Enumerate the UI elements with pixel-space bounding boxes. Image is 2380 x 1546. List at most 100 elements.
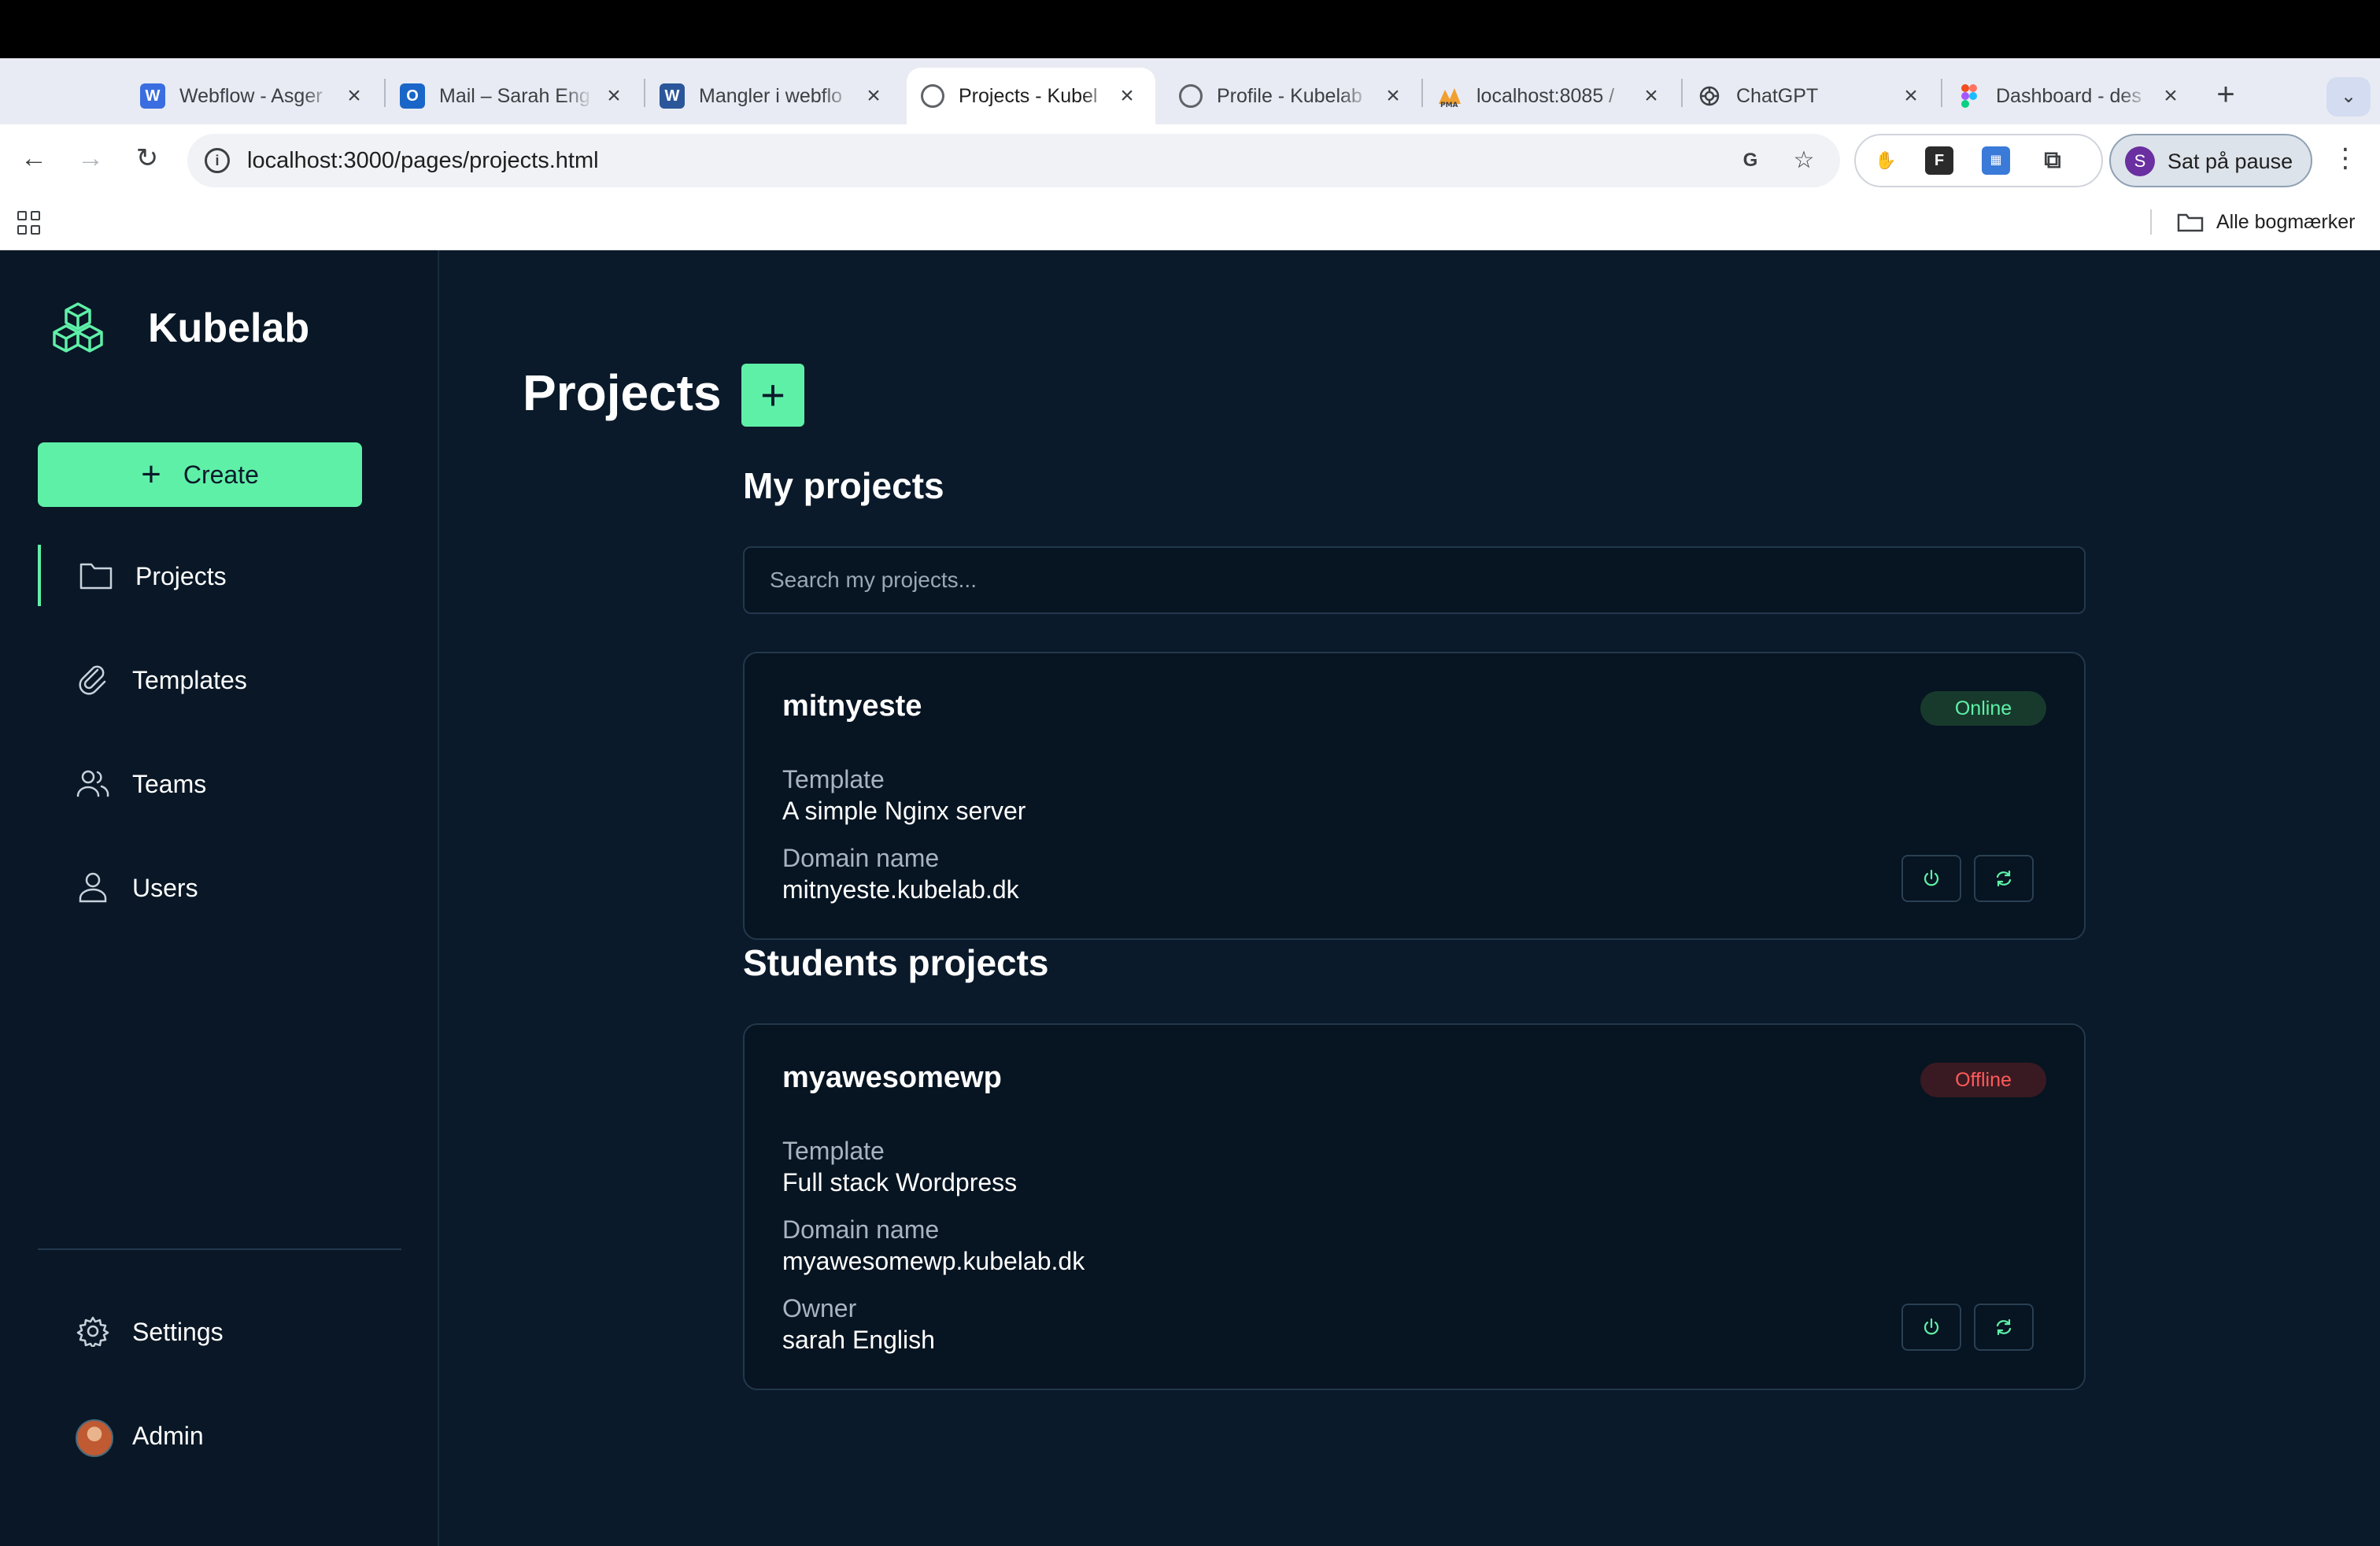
field-label: Domain name	[782, 844, 940, 872]
power-button[interactable]	[1901, 855, 1961, 902]
globe-icon	[921, 84, 944, 108]
project-card[interactable]: myawesomewp Offline Template Full stack …	[743, 1023, 2086, 1390]
address-bar[interactable]: i localhost:3000/pages/projects.html G ☆	[187, 134, 1840, 187]
tab-title: Webflow - Asger	[179, 84, 323, 107]
bookmark-star-icon[interactable]: ☆	[1790, 146, 1818, 175]
tab-strip: W Webflow - Asger × O Mail – Sarah Eng ×…	[0, 58, 2380, 124]
all-bookmarks-label: Alle bogmærker	[2216, 210, 2356, 233]
sidebar-item-label: Teams	[132, 770, 207, 798]
close-icon[interactable]: ×	[2156, 82, 2185, 110]
tab-profile[interactable]: Profile - Kubelab ×	[1179, 68, 1407, 124]
brand[interactable]: Kubelab	[49, 301, 309, 356]
project-name: myawesomewp	[782, 1061, 1002, 1094]
close-icon[interactable]: ×	[600, 82, 628, 110]
close-icon[interactable]: ×	[340, 82, 368, 110]
template-field: Template A simple Nginx server	[782, 764, 1026, 827]
apps-grid-icon[interactable]	[17, 211, 41, 235]
status-badge: Online	[1920, 691, 2046, 726]
add-project-button[interactable]: +	[741, 364, 804, 427]
tab-divider	[1421, 79, 1423, 107]
field-label: Domain name	[782, 1215, 940, 1244]
restart-button[interactable]	[1974, 855, 2034, 902]
sidebar-item-admin[interactable]: Admin	[38, 1404, 401, 1466]
students-projects-heading: Students projects	[743, 942, 1049, 983]
brand-name: Kubelab	[148, 305, 310, 351]
tab-divider	[1681, 79, 1683, 107]
reload-button[interactable]: ↻	[129, 140, 165, 176]
close-icon[interactable]: ×	[1637, 82, 1665, 110]
refresh-icon	[1996, 870, 2012, 887]
owner-field: Owner sarah English	[782, 1293, 935, 1356]
extension-hand-icon[interactable]: ✋	[1872, 146, 1900, 175]
extensions-group: ✋ F ▦ ⧉	[1854, 134, 2103, 187]
phpmyadmin-icon: PMA	[1437, 83, 1462, 109]
tab-title: localhost:8085 /	[1476, 84, 1615, 107]
close-icon[interactable]: ×	[1379, 82, 1407, 110]
project-name: mitnyeste	[782, 690, 922, 723]
sidebar-item-settings[interactable]: Settings	[38, 1300, 401, 1362]
tab-title: ChatGPT	[1736, 84, 1819, 107]
tab-webflow[interactable]: W Webflow - Asger ×	[140, 68, 368, 124]
sidebar-divider	[38, 1248, 401, 1250]
restart-button[interactable]	[1974, 1304, 2034, 1351]
close-icon[interactable]: ×	[859, 82, 888, 110]
power-button[interactable]	[1901, 1304, 1961, 1351]
field-value: mitnyeste.kubelab.dk	[782, 875, 1019, 904]
all-bookmarks-button[interactable]: Alle bogmærker	[2177, 208, 2355, 236]
sidebar: Kubelab + Create Projects Templates Team…	[0, 250, 439, 1546]
bookmarks-bar: Alle bogmærker	[0, 192, 2380, 250]
url-text[interactable]: localhost:3000/pages/projects.html	[247, 148, 599, 174]
close-icon[interactable]: ×	[1113, 82, 1141, 110]
extension-f-icon[interactable]: F	[1925, 146, 1953, 175]
project-card[interactable]: mitnyeste Online Template A simple Nginx…	[743, 652, 2086, 940]
close-icon[interactable]: ×	[1897, 82, 1925, 110]
sidebar-item-teams[interactable]: Teams	[38, 753, 401, 814]
tab-chatgpt[interactable]: ChatGPT ×	[1697, 68, 1925, 124]
forward-button[interactable]: →	[72, 140, 109, 176]
browser-menu-icon[interactable]: ⋮	[2330, 140, 2361, 176]
tab-title: Profile - Kubelab	[1217, 84, 1362, 107]
site-info-icon[interactable]: i	[205, 148, 230, 173]
sidebar-item-label: Settings	[132, 1318, 224, 1346]
svg-text:PMA: PMA	[1440, 102, 1458, 109]
tab-title: Projects - Kubel	[959, 84, 1098, 107]
sidebar-item-label: Admin	[132, 1422, 204, 1450]
folder-icon	[2177, 212, 2204, 232]
outlook-icon: O	[400, 83, 425, 109]
folder-icon	[79, 563, 113, 590]
tab-phpmyadmin[interactable]: PMA localhost:8085 / ×	[1437, 68, 1665, 124]
sidebar-item-users[interactable]: Users	[38, 856, 401, 918]
extensions-puzzle-icon[interactable]: ⧉	[2038, 146, 2067, 175]
tab-mail[interactable]: O Mail – Sarah Eng ×	[400, 68, 628, 124]
tab-search-button[interactable]: ⌄	[2326, 77, 2371, 117]
translate-icon[interactable]: G	[1736, 146, 1765, 175]
gear-icon	[76, 1316, 109, 1347]
create-label: Create	[183, 460, 259, 489]
globe-icon	[1179, 84, 1203, 108]
page-title: Projects	[523, 364, 722, 421]
kubelab-app: Kubelab + Create Projects Templates Team…	[0, 250, 2380, 1546]
my-projects-heading: My projects	[743, 465, 944, 506]
tab-projects-active[interactable]: Projects - Kubel ×	[907, 68, 1155, 124]
openai-icon	[1697, 83, 1722, 109]
sidebar-item-projects[interactable]: Projects	[38, 545, 401, 606]
tab-divider	[384, 79, 386, 107]
field-value: A simple Nginx server	[782, 797, 1026, 825]
avatar	[76, 1419, 113, 1457]
profile-button[interactable]: S Sat på pause	[2109, 134, 2312, 187]
new-tab-button[interactable]: +	[2204, 74, 2248, 118]
field-label: Template	[782, 1137, 885, 1165]
extension-blue-icon[interactable]: ▦	[1982, 146, 2010, 175]
template-field: Template Full stack Wordpress	[782, 1135, 1017, 1198]
field-value: sarah English	[782, 1326, 935, 1354]
back-button[interactable]: ←	[16, 140, 52, 176]
tab-figma[interactable]: Dashboard - des ×	[1957, 68, 2185, 124]
power-icon	[1924, 1318, 1939, 1335]
tab-word-doc[interactable]: W Mangler i webflo ×	[660, 68, 888, 124]
search-input[interactable]	[743, 546, 2086, 614]
os-menu-bar	[0, 0, 2380, 58]
create-button[interactable]: + Create	[38, 442, 362, 507]
kubelab-logo-icon	[53, 302, 103, 353]
field-value: myawesomewp.kubelab.dk	[782, 1247, 1085, 1275]
sidebar-item-templates[interactable]: Templates	[38, 649, 401, 710]
